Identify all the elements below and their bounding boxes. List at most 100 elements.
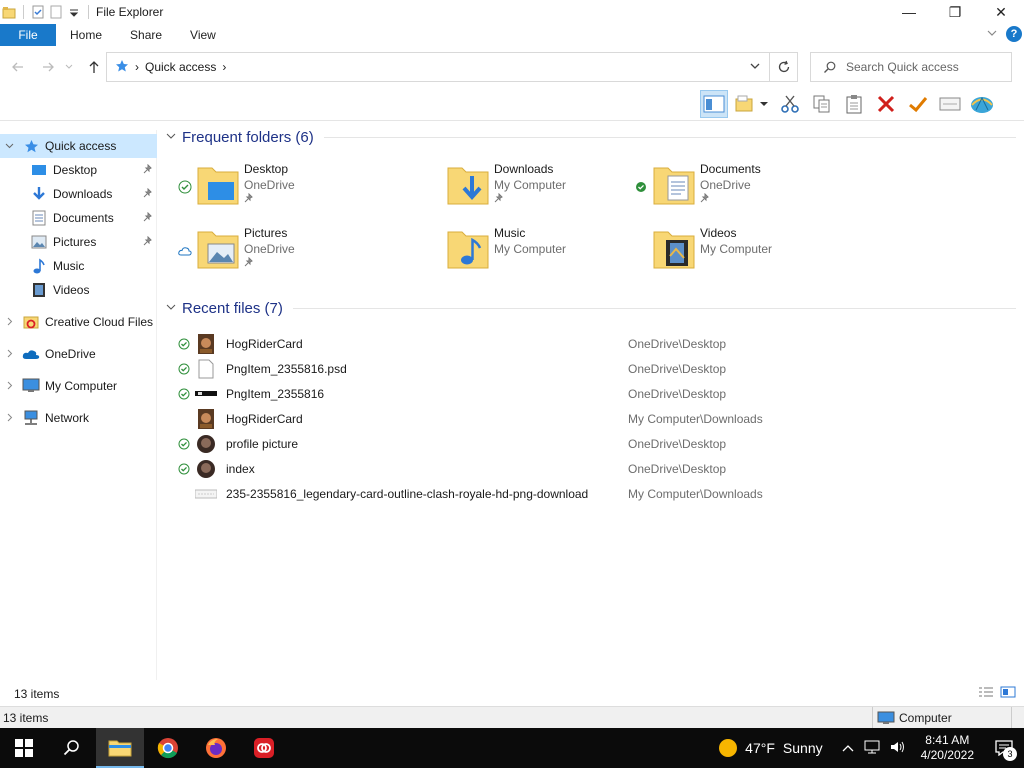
folder-tile-downloads[interactable]: Downloads My Computer bbox=[424, 160, 644, 214]
taskbar-creative-cloud[interactable] bbox=[240, 728, 288, 768]
pin-icon[interactable] bbox=[143, 211, 153, 225]
pin-icon[interactable] bbox=[143, 163, 153, 177]
chevron-down-icon[interactable] bbox=[166, 131, 176, 144]
folder-tile-videos[interactable]: Videos My Computer bbox=[630, 224, 850, 278]
chevron-right-icon[interactable] bbox=[0, 349, 18, 360]
folder-location: My Computer bbox=[700, 242, 773, 256]
weather-condition: Sunny bbox=[782, 740, 823, 756]
new-folder-icon[interactable] bbox=[49, 5, 63, 19]
recent-file-row[interactable]: profile picture OneDrive\Desktop bbox=[174, 431, 1014, 456]
creative-cloud-icon bbox=[254, 738, 274, 758]
preview-pane-button[interactable] bbox=[700, 90, 728, 118]
address-history-dropdown-icon[interactable] bbox=[749, 60, 761, 75]
sidebar-item-pictures[interactable]: Pictures bbox=[0, 230, 157, 254]
network-icon bbox=[22, 410, 40, 426]
folder-tile-music[interactable]: Music My Computer bbox=[424, 224, 644, 278]
taskbar-firefox[interactable] bbox=[192, 728, 240, 768]
address-bar[interactable]: › Quick access › bbox=[106, 52, 770, 82]
breadcrumb-quick-access[interactable]: Quick access bbox=[145, 60, 216, 74]
tab-file[interactable]: File bbox=[0, 24, 56, 46]
file-name: HogRiderCard bbox=[226, 336, 303, 351]
folder-icon[interactable] bbox=[2, 5, 16, 19]
help-button[interactable]: ? bbox=[1006, 26, 1022, 42]
taskbar-chrome[interactable] bbox=[144, 728, 192, 768]
details-view-icon[interactable] bbox=[978, 686, 994, 701]
email-button[interactable] bbox=[936, 90, 964, 118]
download-arrow-icon bbox=[30, 186, 48, 202]
maximize-button[interactable]: ❐ bbox=[932, 0, 978, 24]
delete-button[interactable] bbox=[872, 90, 900, 118]
recent-file-row[interactable]: index OneDrive\Desktop bbox=[174, 456, 1014, 481]
sidebar-item-onedrive[interactable]: OneDrive bbox=[0, 342, 157, 366]
chrome-icon bbox=[157, 738, 178, 759]
chevron-up-icon[interactable] bbox=[842, 741, 854, 756]
recent-file-row[interactable]: HogRiderCard OneDrive\Desktop bbox=[174, 331, 1014, 356]
recent-file-row[interactable]: PngItem_2355816 OneDrive\Desktop bbox=[174, 381, 1014, 406]
weather-widget[interactable]: 47°F Sunny bbox=[719, 739, 823, 757]
recent-file-row[interactable]: HogRiderCard My Computer\Downloads bbox=[174, 406, 1014, 431]
chevron-right-icon[interactable] bbox=[0, 317, 18, 328]
pin-icon[interactable] bbox=[143, 187, 153, 201]
tab-view[interactable]: View bbox=[176, 24, 230, 46]
sidebar-item-downloads[interactable]: Downloads bbox=[0, 182, 157, 206]
minimize-button[interactable]: — bbox=[886, 0, 932, 24]
copy-button[interactable] bbox=[808, 90, 836, 118]
taskbar-file-explorer[interactable] bbox=[96, 728, 144, 768]
network-icon[interactable] bbox=[864, 740, 880, 757]
refresh-button[interactable] bbox=[770, 52, 798, 82]
recent-files-header[interactable]: Recent files (7) bbox=[166, 300, 1016, 317]
properties-icon[interactable] bbox=[31, 5, 45, 19]
star-icon bbox=[115, 59, 129, 76]
sidebar-item-documents[interactable]: Documents bbox=[0, 206, 157, 230]
folder-name: Videos bbox=[700, 226, 737, 240]
forward-button[interactable] bbox=[38, 57, 58, 77]
recent-file-row[interactable]: PngItem_2355816.psd OneDrive\Desktop bbox=[174, 356, 1014, 381]
large-icons-view-icon[interactable] bbox=[1000, 686, 1016, 701]
recent-file-row[interactable]: 235-2355816_legendary-card-outline-clash… bbox=[174, 481, 1014, 506]
folder-tile-pictures[interactable]: Pictures OneDrive bbox=[174, 224, 394, 278]
volume-icon[interactable] bbox=[890, 740, 906, 757]
sidebar-item-network[interactable]: Network bbox=[0, 406, 157, 430]
system-tray: 47°F Sunny 8:41 AM 4/20/2022 3 bbox=[719, 728, 1024, 768]
search-taskbar-button[interactable] bbox=[48, 728, 96, 768]
downloads-folder-icon bbox=[446, 160, 492, 208]
clock[interactable]: 8:41 AM 4/20/2022 bbox=[921, 733, 974, 763]
web-button[interactable] bbox=[968, 90, 996, 118]
breadcrumb-separator[interactable]: › bbox=[222, 60, 226, 74]
up-button[interactable] bbox=[84, 57, 104, 77]
breadcrumb-separator[interactable]: › bbox=[135, 60, 139, 74]
paste-button[interactable] bbox=[840, 90, 868, 118]
close-button[interactable]: ✕ bbox=[978, 0, 1024, 24]
chevron-right-icon[interactable] bbox=[0, 413, 18, 424]
chevron-right-icon[interactable] bbox=[0, 381, 18, 392]
back-button[interactable] bbox=[8, 57, 28, 77]
search-input[interactable] bbox=[846, 60, 1006, 74]
envelope-icon bbox=[939, 97, 961, 111]
sidebar-item-desktop[interactable]: Desktop bbox=[0, 158, 157, 182]
recent-locations-button[interactable] bbox=[62, 57, 76, 77]
frequent-folders-header[interactable]: Frequent folders (6) bbox=[166, 129, 1016, 146]
chevron-down-icon[interactable] bbox=[166, 302, 176, 315]
sidebar-item-label: Downloads bbox=[53, 187, 113, 201]
sidebar-item-music[interactable]: Music bbox=[0, 254, 157, 278]
tab-share[interactable]: Share bbox=[116, 24, 176, 46]
start-button[interactable] bbox=[0, 728, 48, 768]
tab-home[interactable]: Home bbox=[56, 24, 116, 46]
sidebar-item-my-computer[interactable]: My Computer bbox=[0, 374, 157, 398]
file-location: OneDrive\Desktop bbox=[628, 386, 727, 401]
new-item-button[interactable] bbox=[732, 90, 772, 118]
rename-button[interactable] bbox=[904, 90, 932, 118]
folder-tile-documents[interactable]: Documents OneDrive bbox=[630, 160, 850, 214]
expand-ribbon-chevron-icon[interactable] bbox=[986, 27, 998, 41]
search-box[interactable] bbox=[810, 52, 1012, 82]
action-center-button[interactable]: 3 bbox=[984, 728, 1024, 768]
sidebar-item-quick-access[interactable]: Quick access bbox=[0, 134, 157, 158]
cut-button[interactable] bbox=[776, 90, 804, 118]
folder-tile-desktop[interactable]: Desktop OneDrive bbox=[174, 160, 394, 214]
sidebar-item-creative-cloud-files[interactable]: Creative Cloud Files bbox=[0, 310, 157, 334]
customize-dropdown-icon[interactable] bbox=[67, 5, 81, 19]
pin-icon[interactable] bbox=[143, 235, 153, 249]
sidebar-item-videos[interactable]: Videos bbox=[0, 278, 157, 302]
chevron-down-icon[interactable] bbox=[0, 141, 18, 152]
navigation-bar: › Quick access › bbox=[0, 50, 1024, 84]
